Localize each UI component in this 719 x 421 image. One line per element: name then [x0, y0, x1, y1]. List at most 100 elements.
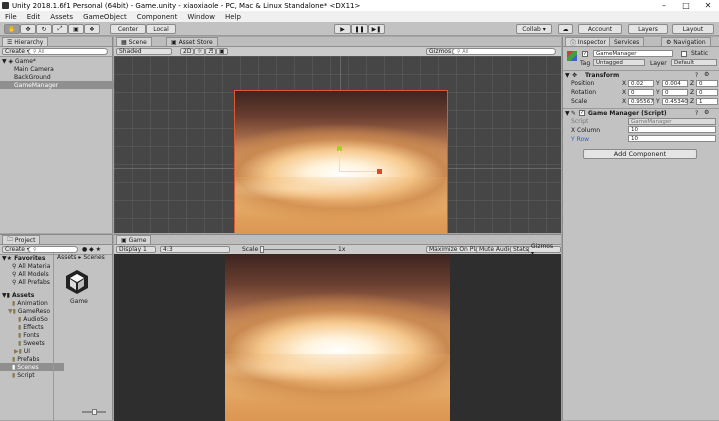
y-row-field[interactable]: 10 — [628, 135, 716, 142]
tab-asset-store[interactable]: ▣ Asset Store — [166, 37, 218, 46]
hierarchy-item-background[interactable]: BackGround — [0, 73, 127, 81]
help-icon[interactable]: ? — [695, 72, 698, 79]
folder-item-audio[interactable]: ▮ AudioSo — [0, 315, 70, 323]
folder-item-sweets[interactable]: ▮ Sweets — [0, 339, 70, 347]
menu-help[interactable]: Help — [220, 13, 246, 21]
favorite-item[interactable]: ⚲ All Models — [0, 270, 64, 278]
favorites-row[interactable]: ▼★ Favorites — [0, 254, 54, 262]
folder-item-effects[interactable]: ▮ Effects — [0, 323, 70, 331]
x-column-field[interactable]: 10 — [628, 126, 716, 133]
assets-root-row[interactable]: ▼▮ Assets — [0, 291, 54, 299]
folder-item-prefabs[interactable]: ▮ Prefabs — [0, 355, 64, 363]
hand-tool-button[interactable]: ✋ — [4, 24, 20, 34]
position-z-field[interactable]: 0 — [696, 80, 718, 87]
tab-game[interactable]: ▣ Game — [116, 235, 152, 244]
favorite-item[interactable]: ⚲ All Materia — [0, 262, 64, 270]
rect-tool-button[interactable]: ▣ — [68, 24, 84, 34]
rotate-tool-button[interactable]: ↻ — [36, 24, 52, 34]
rotation-y-field[interactable]: 0 — [662, 89, 688, 96]
game-gizmos-dropdown[interactable]: Gizmos ▾ — [528, 243, 561, 257]
script-component-header[interactable]: ▼ ✎ ✓ Game Manager (Script) ? ⚙ — [563, 108, 719, 117]
hierarchy-item-gamemanager[interactable]: GameManager — [0, 81, 127, 89]
slider-handle[interactable] — [260, 246, 264, 253]
transform-header[interactable]: ▼ ✥ Transform ? ⚙ — [563, 70, 719, 79]
active-checkbox[interactable]: ✓ — [582, 51, 588, 57]
unity-scene-file-icon[interactable] — [63, 268, 91, 296]
folder-item-gameresources[interactable]: ▼▮ GameReso — [0, 307, 60, 315]
menu-edit[interactable]: Edit — [22, 13, 46, 21]
icon-size-slider[interactable] — [82, 409, 106, 415]
settings-icon[interactable]: ⚙ — [704, 109, 709, 116]
folder-item-animation[interactable]: ▮ Animation — [0, 299, 64, 307]
collab-dropdown[interactable]: Collab ▾ — [516, 24, 552, 34]
menu-file[interactable]: File — [0, 13, 22, 21]
object-name-field[interactable]: GameManager — [593, 50, 673, 57]
tab-hierarchy[interactable]: ☰ Hierarchy — [2, 37, 49, 46]
scale-tool-button[interactable]: ⤢ — [52, 24, 68, 34]
display-dropdown[interactable]: Display 1 — [116, 246, 156, 253]
minimize-icon[interactable]: – — [653, 0, 675, 11]
close-icon[interactable]: ✕ — [697, 0, 719, 11]
tab-inspector[interactable]: ⓘ Inspector — [565, 37, 611, 47]
folder-item-ui[interactable]: ▶▮ UI — [0, 347, 66, 355]
move-handle-x-icon[interactable] — [377, 169, 382, 174]
pivot-local-toggle[interactable]: Local — [146, 24, 176, 34]
pause-button[interactable]: ❚❚ — [351, 24, 368, 34]
project-breadcrumb[interactable]: Assets ▸ Scenes — [57, 254, 105, 261]
mode-2d-toggle[interactable]: 2D — [180, 48, 195, 55]
project-content-divider[interactable] — [53, 253, 54, 421]
pivot-center-toggle[interactable]: Center — [110, 24, 146, 34]
tab-project[interactable]: 🗀 Project — [2, 235, 41, 244]
scale-z-field[interactable]: 1 — [696, 98, 718, 105]
audio-toggle[interactable]: ♬ — [205, 48, 217, 55]
menu-assets[interactable]: Assets — [45, 13, 78, 21]
scale-y-field[interactable]: 0.45340 — [662, 98, 688, 105]
rotation-z-field[interactable]: 0 — [696, 89, 718, 96]
script-enabled-checkbox[interactable]: ✓ — [579, 110, 585, 116]
favorite-item[interactable]: ⚲ All Prefabs — [0, 278, 64, 286]
shading-mode-dropdown[interactable]: Shaded — [116, 48, 172, 55]
add-component-button[interactable]: Add Component — [583, 149, 697, 159]
scene-search-input[interactable]: ⚲ All — [452, 48, 556, 55]
layers-dropdown[interactable]: Layers — [628, 24, 668, 34]
scale-slider[interactable] — [260, 246, 336, 253]
layout-dropdown[interactable]: Layout — [672, 24, 714, 34]
layer-dropdown[interactable]: Default — [671, 59, 717, 66]
lighting-toggle[interactable]: ☼ — [194, 48, 206, 55]
maximize-icon[interactable]: □ — [675, 0, 697, 11]
tab-services[interactable]: Services — [609, 37, 645, 46]
settings-icon[interactable]: ⚙ — [704, 71, 709, 78]
move-tool-button[interactable]: ✥ — [20, 24, 36, 34]
transform-tool-button[interactable]: ❖ — [84, 24, 100, 34]
hierarchy-search-input[interactable]: ⚲ All — [28, 48, 108, 55]
filter-icons[interactable]: ● ◆ ★ — [82, 246, 101, 253]
play-button[interactable]: ▶ — [334, 24, 351, 34]
tab-navigation[interactable]: ⚙ Navigation — [661, 37, 711, 46]
account-dropdown[interactable]: Account — [578, 24, 622, 34]
tab-scene[interactable]: ▦ Scene — [116, 37, 152, 46]
scene-viewport[interactable] — [114, 56, 561, 233]
folder-item-script[interactable]: ▮ Script — [0, 371, 64, 379]
game-viewport[interactable] — [114, 254, 561, 421]
slider-handle[interactable] — [92, 409, 97, 415]
menu-gameobject[interactable]: GameObject — [78, 13, 132, 21]
tag-dropdown[interactable]: Untagged — [593, 59, 645, 66]
menu-window[interactable]: Window — [182, 13, 220, 21]
position-y-field[interactable]: 0.004 — [662, 80, 688, 87]
menu-component[interactable]: Component — [132, 13, 183, 21]
project-search-input[interactable]: ⚲ — [28, 246, 78, 253]
position-x-field[interactable]: 0.02 — [628, 80, 654, 87]
aspect-dropdown[interactable]: 4:3 — [160, 246, 230, 253]
scale-x-field[interactable]: 0.95567 — [628, 98, 654, 105]
step-button[interactable]: ▶❚ — [368, 24, 385, 34]
hierarchy-scene-row[interactable]: ▼ ◈ Game* — [0, 57, 115, 65]
cloud-icon[interactable]: ☁ — [558, 24, 573, 34]
folder-item-fonts[interactable]: ▮ Fonts — [0, 331, 70, 339]
effects-toggle[interactable]: ▣ — [216, 48, 228, 55]
rotation-x-field[interactable]: 0 — [628, 89, 654, 96]
static-checkbox[interactable] — [681, 51, 687, 57]
help-icon[interactable]: ? — [695, 110, 698, 117]
background-sprite[interactable] — [234, 90, 448, 233]
folder-item-scenes[interactable]: ▮ Scenes — [0, 363, 64, 371]
hierarchy-item-main-camera[interactable]: Main Camera — [0, 65, 127, 73]
